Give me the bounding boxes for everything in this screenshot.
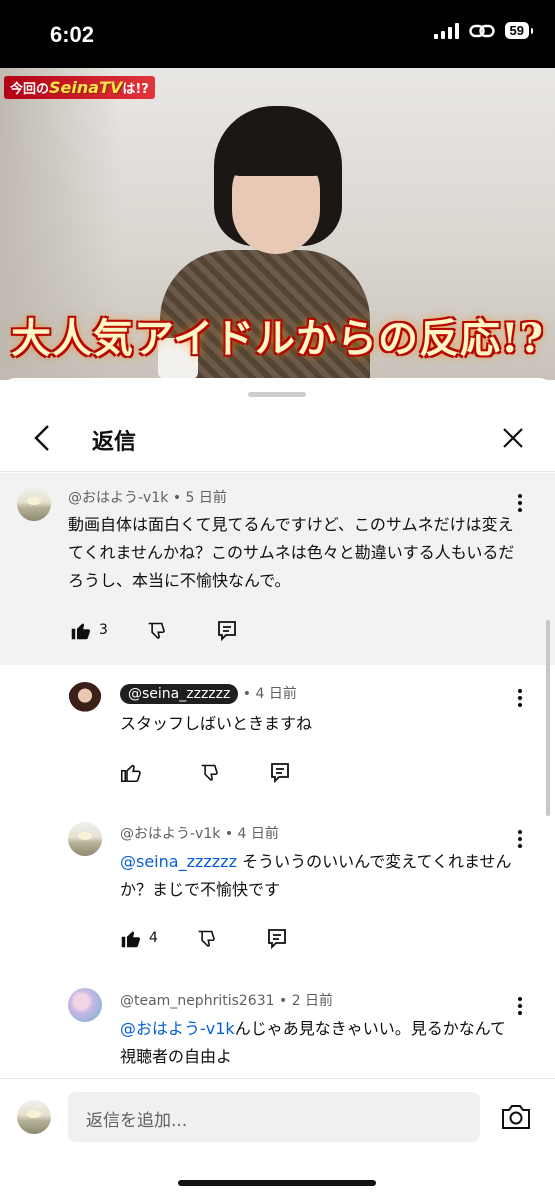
reply-bar: 返信を追加... [0, 1080, 555, 1160]
dislike-button[interactable] [146, 620, 167, 641]
comment-actions: 3 [70, 618, 237, 642]
reply-meta: @team_nephritis2631 • 2 日前 [120, 993, 334, 1009]
avatar[interactable] [68, 682, 102, 716]
like-count: 3 [99, 622, 108, 638]
reply-button[interactable] [217, 620, 237, 641]
reply-button[interactable] [270, 762, 290, 783]
mention-link[interactable]: @おはよう-v1k [120, 1019, 235, 1038]
reply-icon [271, 762, 289, 783]
reply-button[interactable] [267, 928, 287, 949]
comment-time: 5 日前 [185, 490, 227, 506]
status-bar: 6:02 59 [0, 0, 555, 68]
reply-icon [268, 928, 286, 949]
dislike-button[interactable] [199, 762, 220, 783]
replies-sheet: 返信 @おはよう-v1k • 5 日前 動画自体は面白くて見てるんですけど、この… [0, 378, 555, 1200]
reply-icon [218, 620, 236, 641]
creator-handle-badge[interactable]: @seina_zzzzzz [120, 684, 239, 704]
avatar[interactable] [68, 822, 102, 856]
avatar[interactable] [68, 988, 102, 1022]
avatar [17, 1100, 51, 1134]
home-indicator [178, 1180, 376, 1186]
like-count: 4 [149, 930, 158, 946]
reply-text: @おはよう-v1kんじゃあ見なきゃいい。見るかなんて視聴者の自由よ [120, 1019, 506, 1066]
reply-meta: @おはよう-v1k • 4 日前 [120, 826, 279, 842]
comment-meta: @おはよう-v1k • 5 日前 [68, 490, 227, 506]
reply-author[interactable]: @おはよう-v1k [120, 826, 220, 842]
close-icon [503, 428, 523, 448]
parent-comment: @おはよう-v1k • 5 日前 動画自体は面白くて見てるんですけど、このサムネ… [0, 473, 555, 665]
like-button[interactable] [120, 762, 141, 783]
video-player[interactable]: 今回のSeinaTVは!? 大人気アイドルからの反応!? [0, 68, 555, 380]
status-icons: 59 [433, 22, 534, 39]
sheet-header: 返信 [0, 406, 555, 472]
reply-actions: 4 [120, 926, 287, 950]
camera-button[interactable] [500, 1102, 532, 1132]
reply-actions [120, 760, 290, 784]
like-button[interactable]: 3 [70, 620, 108, 641]
camera-icon [502, 1105, 530, 1129]
video-banner: 今回のSeinaTVは!? [4, 76, 155, 99]
dislike-button[interactable] [196, 928, 217, 949]
sheet-title: 返信 [92, 430, 137, 455]
reply-time: 4 日前 [255, 686, 297, 702]
video-headline: 大人気アイドルからの反応!? [11, 315, 544, 362]
link-icon [468, 24, 495, 37]
status-time: 6:02 [50, 22, 95, 47]
comment-text: 動画自体は面白くて見てるんですけど、このサムネだけは変えてくれませんかね？このサ… [68, 515, 515, 590]
battery-icon: 59 [504, 22, 534, 39]
thumb-up-icon [120, 764, 141, 782]
thumb-down-icon [198, 930, 215, 947]
more-options-button[interactable] [510, 686, 530, 710]
avatar[interactable] [17, 487, 51, 521]
like-button[interactable]: 4 [120, 928, 158, 949]
reply-time: 2 日前 [291, 993, 334, 1009]
thumb-down-icon [201, 764, 218, 781]
thumb-up-icon [71, 623, 91, 639]
reply-time: 4 日前 [237, 826, 279, 842]
close-button[interactable] [495, 420, 531, 456]
mention-link[interactable]: @seina_zzzzzz [120, 852, 237, 871]
scrollbar[interactable] [546, 620, 550, 816]
reply-text: スタッフしばいときますね [120, 714, 313, 733]
back-button[interactable] [24, 420, 60, 456]
divider [0, 1078, 555, 1079]
thumb-down-icon [148, 622, 165, 639]
chevron-left-icon [34, 425, 49, 451]
thumb-up-icon [121, 931, 141, 947]
reply-text: @seina_zzzzzz そういうのいいんで変えてくれませんか？まじで不愉快で… [120, 852, 512, 899]
reply-input[interactable]: 返信を追加... [68, 1092, 480, 1142]
comment-author[interactable]: @おはよう-v1k [68, 490, 168, 506]
signal-icon [433, 22, 459, 39]
drag-handle[interactable] [248, 392, 306, 397]
reply-author[interactable]: @team_nephritis2631 [120, 993, 275, 1009]
reply-meta: @seina_zzzzzz • 4 日前 [120, 683, 297, 704]
